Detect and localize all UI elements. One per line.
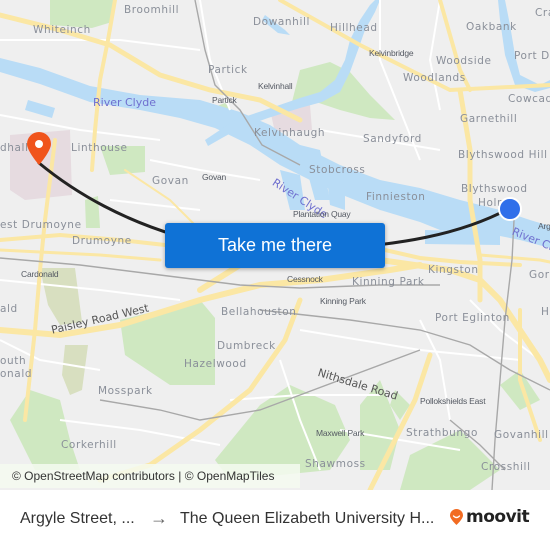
river-label: River Clyde (93, 96, 156, 109)
place-label: Dowanhill (253, 16, 310, 28)
place-label: outh (0, 355, 27, 367)
place-label: Mosspark (98, 385, 153, 397)
place-label: Broomhill (124, 4, 180, 16)
place-label: ald (0, 303, 18, 315)
destination-pin-icon[interactable] (26, 132, 52, 166)
station-label: Pollokshields East (420, 396, 486, 406)
place-label: Hillhead (330, 22, 378, 34)
place-label: Kingston (428, 264, 479, 276)
place-label: Port Eglinton (435, 312, 510, 324)
place-label: Crosshill (481, 461, 531, 473)
arrow-right-icon: → (150, 508, 168, 528)
place-label: Blythswood (461, 183, 528, 195)
route-footer: Argyle Street, ... → The Queen Elizabeth… (0, 490, 550, 550)
place-label: Hazelwood (184, 358, 247, 370)
place-label: Govanhill (494, 429, 549, 441)
place-label: Dumbreck (217, 340, 276, 352)
place-label: H (541, 306, 550, 318)
station-label: Cessnock (287, 274, 323, 284)
station-label: Partick (212, 95, 237, 105)
place-label: dhall (0, 142, 29, 154)
station-label: Plantation Quay (293, 209, 351, 219)
place-label: Kinning Park (352, 276, 425, 288)
place-label: Garnethill (460, 113, 518, 125)
take-me-there-button[interactable]: Take me there (165, 223, 385, 268)
station-label: Kelvinhall (258, 81, 293, 91)
place-label: Finnieston (366, 191, 426, 203)
street-label: Arg (538, 221, 550, 231)
place-label: Cowcad (508, 93, 550, 105)
destination-label: The Queen Elizabeth University H... (180, 510, 435, 527)
station-label: Kinning Park (320, 296, 366, 306)
place-label: Linthouse (71, 142, 128, 154)
place-label: Corkerhill (61, 439, 117, 451)
place-label: Govan (152, 175, 189, 187)
map-view[interactable]: Broomhill Whiteinch Dowanhill Hillhead O… (0, 0, 550, 490)
place-label: Blythswood Hill (458, 149, 548, 161)
place-label: Woodlands (403, 72, 466, 84)
place-label: Stobcross (309, 164, 366, 176)
station-label: Govan (202, 172, 227, 182)
place-label: Port Du (514, 50, 550, 62)
map-attribution[interactable]: © OpenStreetMap contributors | © OpenMap… (0, 464, 300, 488)
station-label: Kelvinbridge (369, 48, 414, 58)
place-label: Strathbungo (406, 427, 478, 439)
place-label: Drumoyne (72, 235, 132, 247)
place-label: Bellahouston (221, 306, 297, 318)
place-label: Partick (208, 64, 248, 76)
place-label: Shawmoss (305, 458, 366, 470)
place-label: Cra (535, 7, 550, 19)
moovit-pin-icon (450, 508, 463, 525)
origin-marker-icon[interactable] (497, 196, 523, 222)
place-label: Kelvinhaugh (254, 127, 326, 139)
place-label: est Drumoyne (0, 219, 82, 231)
place-label: Oakbank (466, 21, 517, 33)
moovit-wordmark: moovit (466, 507, 530, 527)
origin-label: Argyle Street, ... (20, 510, 135, 527)
place-label: Whiteinch (33, 24, 91, 36)
place-label: Sandyford (363, 133, 422, 145)
moovit-logo[interactable]: moovit (449, 507, 530, 527)
place-label: Gorb (529, 269, 550, 281)
place-label: onald (0, 368, 33, 380)
place-label: Woodside (436, 55, 492, 67)
station-label: Cardonald (21, 269, 59, 279)
station-label: Maxwell Park (316, 428, 365, 438)
